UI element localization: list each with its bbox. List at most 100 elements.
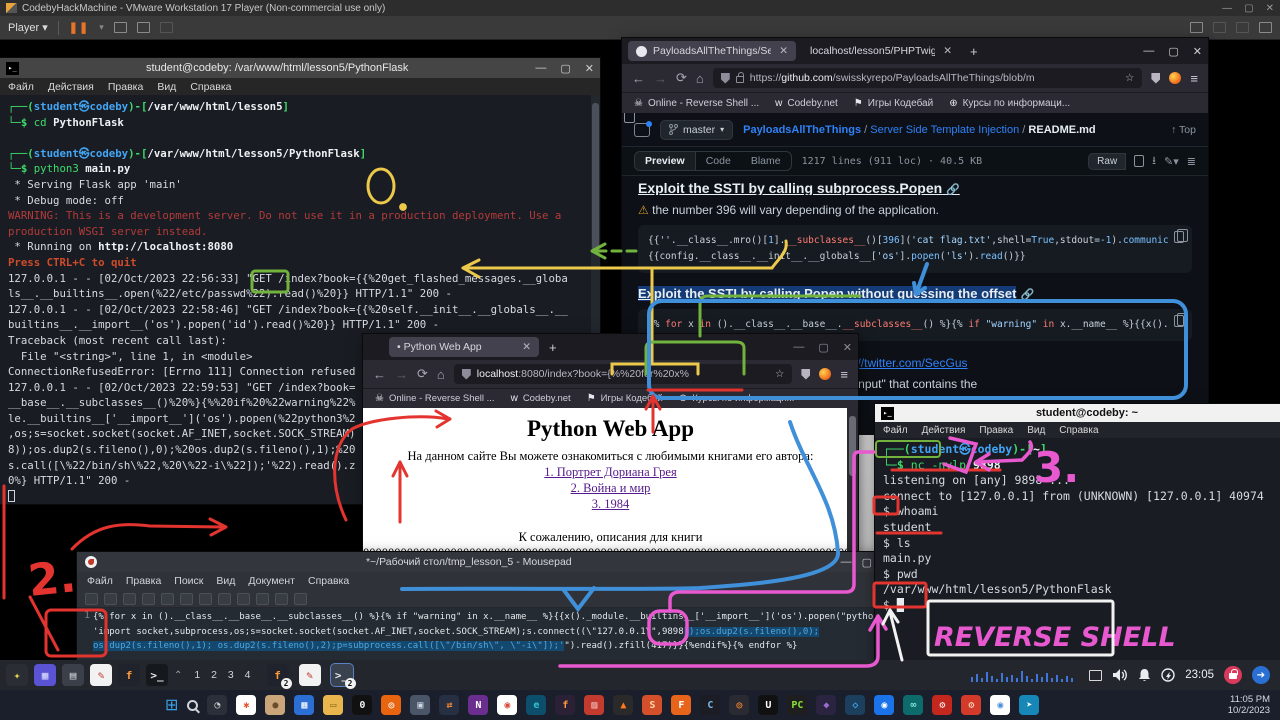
terminal1-scroll-thumb[interactable] [592,103,599,253]
book-link-dorian-gray[interactable]: 1. Портрет Дориана Грея [363,465,858,480]
home-button[interactable]: ⌂ [696,71,704,86]
mousepad-menu-item[interactable]: Вид [216,575,235,587]
book-link-1984[interactable]: 3. 1984 [363,497,858,512]
tool-redo-icon[interactable] [256,593,269,605]
display-tray-icon[interactable] [1089,670,1102,681]
mousepad-maximize-button[interactable]: ▢ [862,556,872,569]
teal-app-icon[interactable]: ∞ [903,695,923,715]
mousepad-menu-item[interactable]: Правка [126,575,161,587]
terminal1-maximize-button[interactable]: ▢ [560,62,570,75]
copy-file-icon[interactable] [1134,155,1144,167]
edit-pencil-icon[interactable]: ✎▾ [1164,155,1179,168]
new-tab-button[interactable]: + [966,44,982,59]
heading-popen-offset[interactable]: Exploit the SSTI by calling Popen withou… [638,286,1016,301]
tracking-shield-icon[interactable] [721,73,730,84]
apps-icon[interactable]: ▦ [34,664,56,686]
back-button[interactable]: ← [632,71,645,86]
tool-save-as-icon[interactable] [142,593,155,605]
devices-button[interactable] [1190,22,1203,33]
heading-subprocess-popen[interactable]: Exploit the SSTI by calling subprocess.P… [638,180,960,195]
menu-button[interactable]: ≡ [1190,71,1198,86]
cinema4d-icon[interactable]: C [700,695,720,715]
home-button[interactable]: ⌂ [437,367,445,382]
tab-code[interactable]: Code [696,152,741,170]
window-close-button[interactable]: ✕ [843,341,852,354]
sublime-icon[interactable]: S [642,695,662,715]
bookmark-games[interactable]: ⚑Игры Кодебай [854,98,933,109]
firefox-icon[interactable]: f [555,695,575,715]
calendar-icon[interactable]: ▦ [294,695,314,715]
windows-clock[interactable]: 11:05 PM10/2/2023 [1228,694,1270,716]
red-gear-2-icon[interactable]: ⚙ [961,695,981,715]
mousepad-titlebar[interactable]: *~/Рабочий стол/tmp_lesson_5 - Mousepad … [77,552,880,572]
bookmark-star-icon[interactable]: ☆ [1125,72,1134,84]
window-maximize-button[interactable]: ▢ [818,341,828,354]
onenote-icon[interactable]: N [468,695,488,715]
pause-vm-button[interactable]: ❚❚ [69,21,89,34]
terminal-icon[interactable]: >_ [146,664,168,686]
firefox-window-button[interactable]: f2 [267,664,289,686]
tab-preview[interactable]: Preview [635,152,696,170]
terminal2-menu-item[interactable]: Вид [1027,425,1045,436]
terminal2-titlebar[interactable]: ▸_ student@codeby: ~ [875,404,1280,422]
window-minimize-button[interactable]: — [793,341,804,354]
bookmark-games[interactable]: ⚑Игры Кодебай [587,393,663,404]
terminal2-output[interactable]: ┌──(student㉿codeby)-[~]└─$ nc -nvlp 9898… [875,438,1280,660]
terminal1-minimize-button[interactable]: — [535,62,546,75]
tool-open-icon[interactable] [104,593,117,605]
chrome-profile-icon[interactable]: ◉ [990,695,1010,715]
workspace-switcher[interactable]: 1 2 3 4 [194,669,254,681]
tab-close-icon[interactable]: ✕ [943,45,952,57]
windows-start-button[interactable]: ⊞ [165,695,178,715]
bookmark-star-icon[interactable]: ☆ [775,368,784,380]
breadcrumb-dir-link[interactable]: Server Side Template Injection [870,124,1019,136]
file-explorer-icon[interactable]: ▭ [323,695,343,715]
tool-replace-icon[interactable] [294,593,307,605]
code-block-subclasses[interactable]: {{''.__class__.mro()[1].__subclasses__()… [638,225,1192,273]
edge-icon[interactable]: e [526,695,546,715]
session-button[interactable]: ➔ [1252,666,1270,684]
windows-search-icon[interactable] [187,700,198,711]
mousepad-menu-item[interactable]: Файл [87,575,113,587]
bookmark-reverse-shell[interactable]: ☠Online - Reverse Shell ... [375,393,495,404]
tab-close-icon[interactable]: ✕ [522,341,531,353]
mousepad-window-button[interactable]: ✎ [299,664,321,686]
bookmark-courses[interactable]: ⊕Курсы по информаци... [949,98,1070,109]
app-scrollbar[interactable] [847,408,858,560]
terminal2-menu-item[interactable]: Действия [922,425,966,436]
top-link[interactable]: ↑ Top [1171,124,1196,136]
reload-button[interactable]: ⟳ [676,70,687,86]
download-icon[interactable]: ⭳ [1152,152,1156,171]
branch-selector[interactable]: master ▾ [660,120,733,140]
vmware-icon[interactable]: ▣ [410,695,430,715]
vscode-icon[interactable]: ◇ [845,695,865,715]
pocket-icon[interactable] [1151,73,1160,84]
red-gear-icon[interactable]: ⚙ [932,695,952,715]
terminal1-titlebar[interactable]: ▸_ student@codeby: /var/www/html/lesson5… [0,58,600,78]
pinwheel-app-icon[interactable]: ✱ [236,695,256,715]
new-tab-button[interactable]: + [545,340,561,355]
vmware-close-button[interactable]: ✕ [1266,3,1274,14]
firefox-account-icon[interactable] [1169,72,1181,84]
terminal1-close-button[interactable]: ✕ [585,62,594,75]
url-bar[interactable]: https://github.com/swisskyrepo/PayloadsA… [713,68,1143,88]
tool-close-icon[interactable] [161,593,174,605]
kali-menu-icon[interactable]: ✦ [6,664,28,686]
tab-payloadsallthethings[interactable]: PayloadsAllTheThings/Se ✕ [628,41,796,61]
tool-find-icon[interactable] [275,593,288,605]
terminal1-menu-item[interactable]: Файл [8,81,34,93]
forward-button[interactable]: → [395,367,408,382]
mousepad-menu-item[interactable]: Справка [308,575,349,587]
bookmark-courses[interactable]: ⊕Курсы по информаци... [679,393,795,404]
obsidian-icon[interactable]: 0 [352,695,372,715]
vm-clock[interactable]: 23:05 [1185,669,1214,681]
pycharm-icon[interactable]: PC [787,695,807,715]
mousepad-editor[interactable]: 1 {% for x in ().__class__.__base__.__su… [77,608,880,660]
tool-save-icon[interactable] [123,593,136,605]
mousepad-menu-item[interactable]: Документ [248,575,295,587]
tab-blame[interactable]: Blame [741,152,791,170]
back-button[interactable]: ← [373,367,386,382]
expand-button[interactable] [1259,22,1272,33]
show-desktop-caret[interactable]: ⌃ [174,670,182,681]
tracking-shield-icon[interactable] [462,369,471,380]
